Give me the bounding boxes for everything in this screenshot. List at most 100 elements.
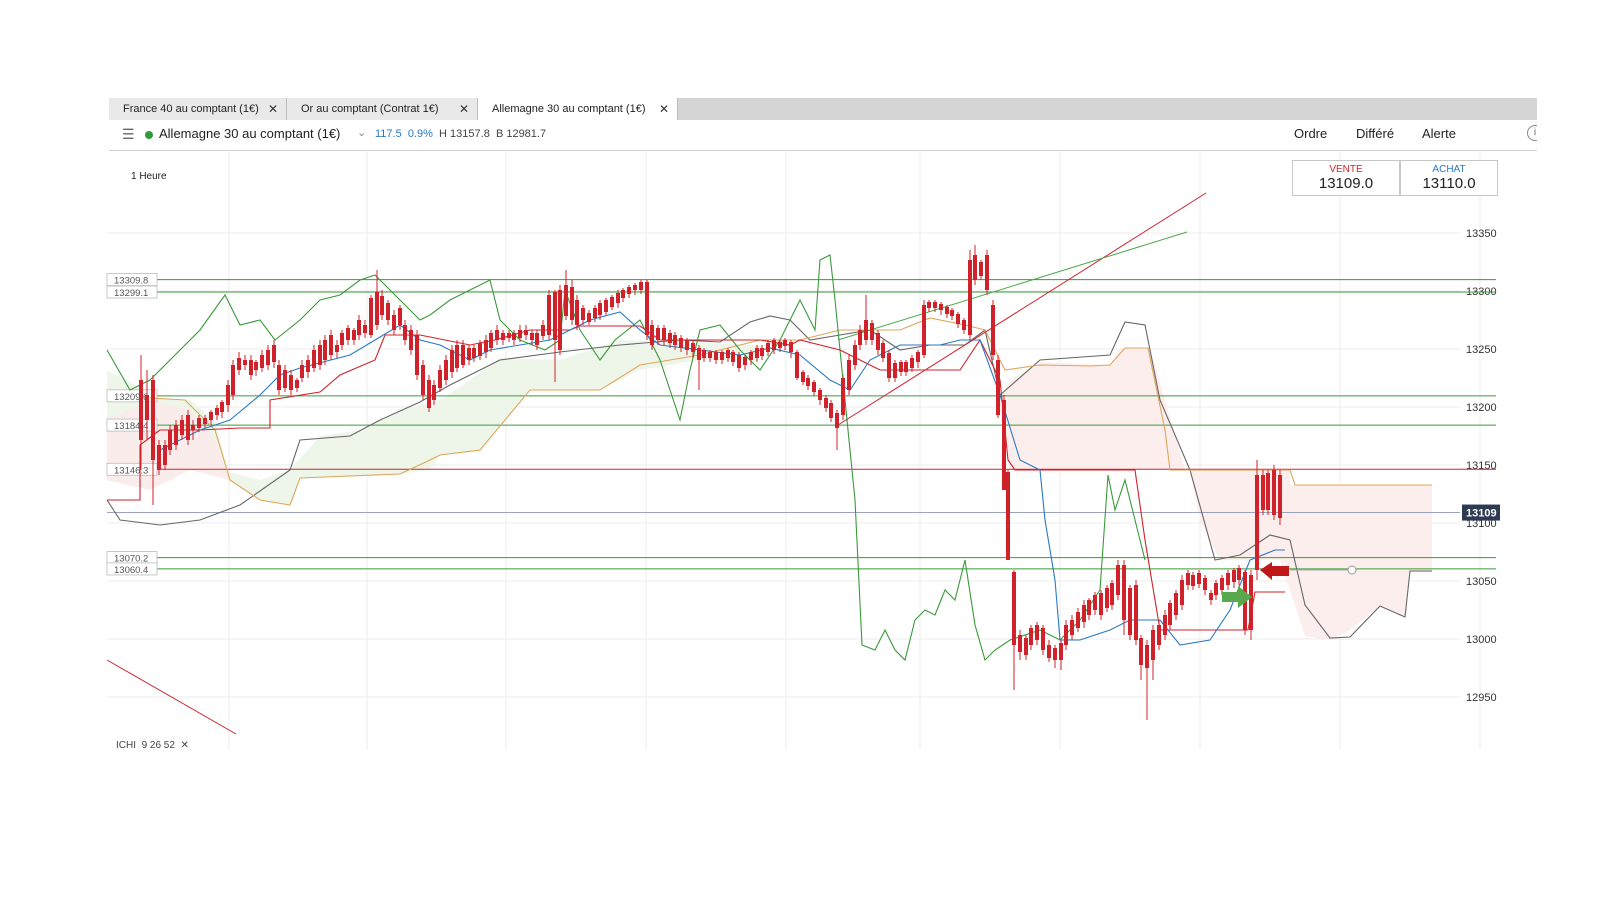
candle-body bbox=[340, 333, 344, 345]
candle-body bbox=[209, 412, 213, 420]
candle-body bbox=[587, 313, 591, 322]
candle-body bbox=[260, 355, 264, 368]
candle-body bbox=[272, 345, 276, 362]
candle-body bbox=[1110, 583, 1114, 605]
candle-body bbox=[789, 342, 793, 352]
candle-body bbox=[887, 353, 891, 378]
candle-body bbox=[191, 425, 195, 430]
candle-body bbox=[979, 262, 983, 276]
candle-body bbox=[598, 303, 602, 315]
candle-body bbox=[489, 333, 493, 348]
candle-body bbox=[870, 323, 874, 340]
candle-body bbox=[547, 295, 551, 335]
candle-body bbox=[249, 360, 253, 375]
candle-body bbox=[1082, 605, 1086, 622]
candle-body bbox=[215, 408, 219, 415]
candle-body bbox=[203, 418, 207, 424]
candle-body bbox=[329, 335, 333, 355]
y-tick-label: 13250 bbox=[1466, 344, 1497, 356]
candle-body bbox=[743, 357, 747, 365]
candle-body bbox=[1237, 568, 1241, 580]
candle-body bbox=[904, 362, 908, 372]
candle-body bbox=[266, 350, 270, 365]
buy-label: ACHAT bbox=[1432, 164, 1466, 175]
candle-body bbox=[174, 425, 178, 445]
candle-body bbox=[1249, 575, 1253, 630]
price-level-label: 13299.1 bbox=[114, 288, 148, 299]
candle-body bbox=[853, 345, 857, 365]
candle-body bbox=[656, 328, 660, 340]
candle-body bbox=[145, 395, 149, 420]
candle-body bbox=[1261, 475, 1265, 510]
candle-body bbox=[1278, 475, 1282, 518]
price-chart[interactable]: 1335013300132501320013150131001305013000… bbox=[0, 0, 1600, 900]
candle-body bbox=[1151, 630, 1155, 660]
candle-body bbox=[409, 330, 413, 350]
candle-body bbox=[673, 335, 677, 345]
candle-body bbox=[610, 297, 614, 307]
candle-body bbox=[438, 370, 442, 388]
candle-body bbox=[346, 328, 350, 340]
candle-body bbox=[1018, 635, 1022, 652]
candle-body bbox=[766, 343, 770, 352]
candle-body bbox=[312, 350, 316, 368]
candle-body bbox=[352, 330, 356, 340]
candle-body bbox=[731, 352, 735, 362]
candle-body bbox=[950, 310, 954, 316]
candle-body bbox=[237, 358, 241, 370]
candle-body bbox=[806, 378, 810, 386]
candle-body bbox=[444, 360, 448, 380]
candle-body bbox=[1012, 572, 1016, 645]
candle-body bbox=[186, 415, 190, 440]
candle-body bbox=[922, 305, 926, 355]
candle-body bbox=[289, 375, 293, 390]
candle-body bbox=[427, 380, 431, 408]
candle-body bbox=[1122, 565, 1126, 620]
candle-body bbox=[691, 343, 695, 352]
candle-body bbox=[1191, 575, 1195, 586]
candle-body bbox=[893, 363, 897, 378]
candle-body bbox=[1266, 473, 1270, 510]
candle-body bbox=[518, 330, 522, 338]
candle-body bbox=[1180, 580, 1184, 605]
candle-body bbox=[1029, 628, 1033, 645]
indicator-params: 9 26 52 bbox=[141, 740, 175, 751]
candle-body bbox=[927, 302, 931, 308]
candle-body bbox=[415, 335, 419, 375]
candle-body bbox=[1006, 472, 1010, 560]
candle-body bbox=[1255, 475, 1259, 570]
y-tick-label: 13000 bbox=[1466, 634, 1497, 646]
sell-box[interactable]: VENTE 13109.0 bbox=[1292, 160, 1400, 196]
candle-body bbox=[1053, 648, 1057, 660]
candle-body bbox=[616, 293, 620, 303]
candle-body bbox=[495, 330, 499, 340]
candle-body bbox=[151, 380, 155, 460]
candle-body bbox=[541, 325, 545, 336]
candle-body bbox=[1174, 593, 1178, 615]
candle-body bbox=[484, 340, 488, 352]
candle-body bbox=[824, 398, 828, 408]
candle-body bbox=[1070, 620, 1074, 635]
close-icon[interactable]: ✕ bbox=[181, 740, 189, 751]
candle-body bbox=[375, 292, 379, 325]
buy-box[interactable]: ACHAT 13110.0 bbox=[1400, 160, 1498, 196]
chikou-span-line bbox=[106, 254, 1146, 662]
candle-body bbox=[973, 255, 977, 280]
candle-body bbox=[403, 325, 407, 340]
candle-body bbox=[772, 340, 776, 350]
buy-price: 13110.0 bbox=[1422, 175, 1476, 192]
y-tick-label: 13200 bbox=[1466, 402, 1497, 414]
candle-body bbox=[956, 314, 960, 324]
candle-body bbox=[1093, 595, 1097, 610]
candle-body bbox=[864, 320, 868, 340]
candle-body bbox=[1139, 638, 1143, 665]
candle-body bbox=[679, 338, 683, 348]
candle-body bbox=[180, 420, 184, 435]
candle-body bbox=[916, 352, 920, 362]
candle-body bbox=[318, 345, 322, 365]
candle-body bbox=[1168, 603, 1172, 625]
candle-body bbox=[1186, 573, 1190, 585]
candle-body bbox=[1002, 400, 1006, 490]
candle-body bbox=[535, 333, 539, 345]
current-price-label: 13109 bbox=[1466, 508, 1497, 520]
